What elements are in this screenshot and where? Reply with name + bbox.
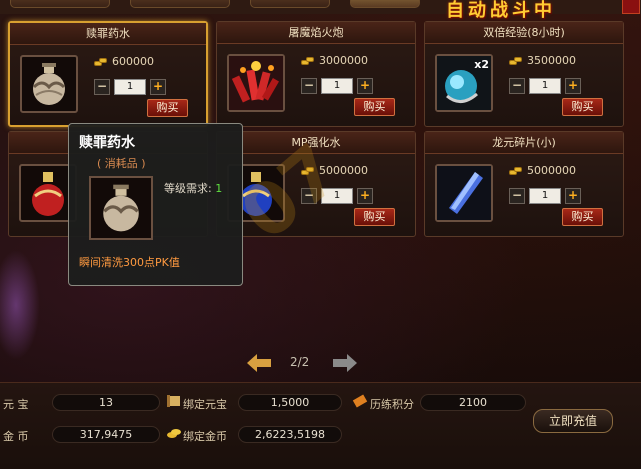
- item-title: 屠魔焰火炮: [217, 22, 415, 44]
- level-value: 1: [215, 182, 223, 195]
- item-card-double-exp[interactable]: 双倍经验(8小时) x2 3500000 − 1 + 购买: [424, 21, 624, 127]
- item-price: 3000000: [319, 54, 368, 67]
- close-icon[interactable]: [622, 0, 640, 14]
- item-title: 赎罪药水: [10, 23, 206, 45]
- character-figure: [0, 250, 40, 360]
- tooltip-description: 瞬间清洗300点PK值: [79, 256, 180, 269]
- level-label: 等级需求:: [164, 182, 212, 195]
- gold-coin-icon: [301, 57, 315, 67]
- top-tab-2[interactable]: [130, 0, 230, 8]
- bound-gold-label: 绑定金币: [183, 430, 227, 443]
- item-slot[interactable]: [20, 55, 78, 113]
- quantity-field[interactable]: 1: [529, 78, 561, 94]
- training-points-label: 历练积分: [370, 398, 414, 411]
- increase-button[interactable]: +: [357, 188, 373, 204]
- next-page-icon[interactable]: [333, 354, 357, 372]
- item-slot[interactable]: [435, 164, 493, 222]
- gold-coin-icon: [94, 58, 108, 68]
- auto-battle-banner: 自动战斗中: [446, 0, 556, 21]
- top-tab-3[interactable]: [250, 0, 330, 8]
- item-tooltip: 赎罪药水 ( 消耗品 ) 等级需求: 1 瞬间清洗300点PK值: [68, 123, 243, 286]
- item-price: 3500000: [527, 54, 576, 67]
- ticket-icon: [352, 394, 368, 408]
- increase-button[interactable]: +: [565, 188, 581, 204]
- buy-button[interactable]: 购买: [562, 208, 603, 226]
- item-slot[interactable]: x2: [435, 54, 493, 112]
- buy-button[interactable]: 购买: [147, 99, 188, 117]
- potion-beige-icon: [103, 184, 139, 232]
- increase-button[interactable]: +: [565, 78, 581, 94]
- quantity-stepper: − 1 +: [301, 78, 373, 94]
- decrease-button[interactable]: −: [509, 188, 525, 204]
- exp-multiplier-badge: x2: [474, 58, 489, 71]
- quantity-field[interactable]: 1: [114, 79, 146, 95]
- bound-gold-value: 2,6223,5198: [238, 426, 342, 443]
- decrease-button[interactable]: −: [509, 78, 525, 94]
- gold-label: 金 币: [3, 430, 29, 443]
- item-card-dragon-shard[interactable]: 龙元碎片(小) 5000000 − 1 + 购买: [424, 131, 624, 237]
- gold-coin-icon: [509, 57, 523, 67]
- scroll-icon: [167, 395, 180, 407]
- gold-value: 317,9475: [52, 426, 160, 443]
- quantity-stepper: − 1 +: [509, 188, 581, 204]
- recharge-button[interactable]: 立即充值: [533, 409, 613, 433]
- item-price: 600000: [112, 55, 154, 68]
- buy-button[interactable]: 购买: [562, 98, 603, 116]
- yuanbao-value: 13: [52, 394, 160, 411]
- firework-icon: [229, 56, 283, 110]
- quantity-field[interactable]: 1: [529, 188, 561, 204]
- bound-yuanbao-label: 绑定元宝: [183, 398, 227, 411]
- potion-beige-icon: [32, 63, 66, 105]
- item-slot[interactable]: [227, 54, 285, 112]
- tooltip-level-requirement: 等级需求: 1: [164, 180, 222, 196]
- item-price: 5000000: [527, 164, 576, 177]
- page-indicator: 2/2: [290, 355, 310, 369]
- buy-button[interactable]: 购买: [354, 98, 395, 116]
- decrease-button[interactable]: −: [301, 78, 317, 94]
- item-title: 龙元碎片(小): [425, 132, 623, 154]
- potion-red-icon: [32, 172, 64, 216]
- crystal-shard-icon: [437, 166, 491, 220]
- item-card-firework[interactable]: 屠魔焰火炮 3000000 − 1 + 购买: [216, 21, 416, 127]
- gold-coin-icon: [509, 167, 523, 177]
- tooltip-subtitle: ( 消耗品 ): [97, 157, 146, 170]
- yuanbao-label: 元 宝: [3, 398, 29, 411]
- bound-yuanbao-value: 1,5000: [238, 394, 342, 411]
- item-title: 双倍经验(8小时): [425, 22, 623, 44]
- quantity-stepper: − 1 +: [94, 79, 166, 95]
- buy-button[interactable]: 购买: [354, 208, 395, 226]
- quantity-field[interactable]: 1: [321, 78, 353, 94]
- quantity-stepper: − 1 +: [509, 78, 581, 94]
- item-card-redemption-potion[interactable]: 赎罪药水 600000 − 1 + 购买: [8, 21, 208, 127]
- top-tab-1[interactable]: [10, 0, 110, 8]
- gold-coin-icon: [167, 429, 181, 438]
- increase-button[interactable]: +: [150, 79, 166, 95]
- tooltip-title: 赎罪药水: [79, 135, 135, 151]
- training-points-value: 2100: [420, 394, 526, 411]
- tooltip-item-slot: [89, 176, 153, 240]
- increase-button[interactable]: +: [357, 78, 373, 94]
- prev-page-icon[interactable]: [247, 354, 271, 372]
- top-tab-active[interactable]: [350, 0, 420, 8]
- decrease-button[interactable]: −: [94, 79, 110, 95]
